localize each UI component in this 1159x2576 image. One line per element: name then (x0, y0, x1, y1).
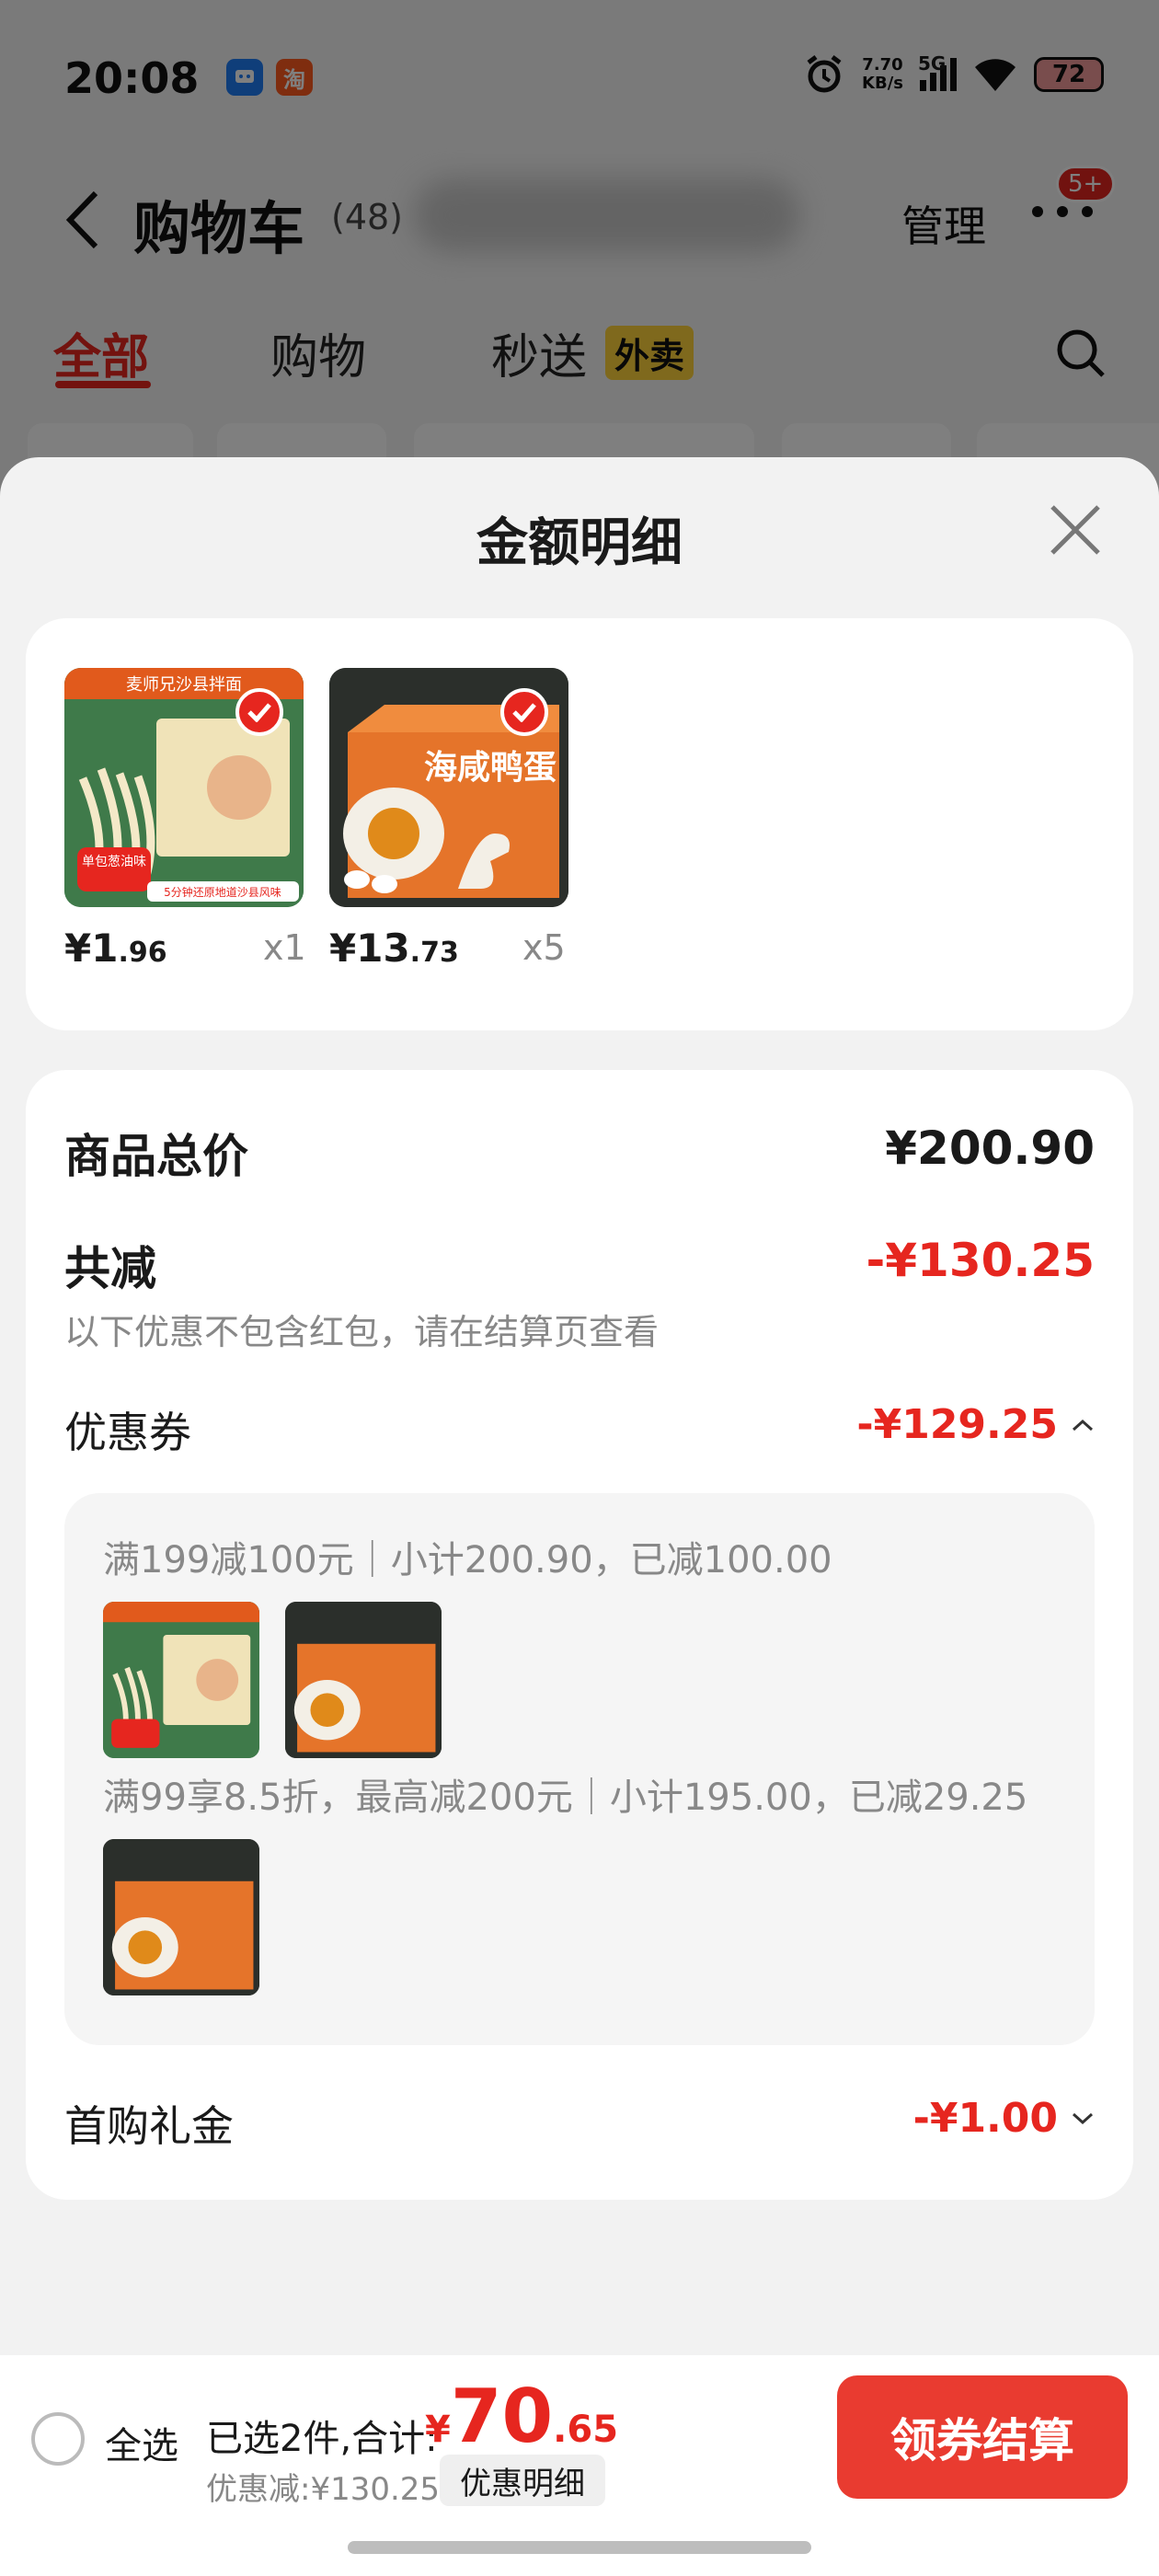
discount-summary: 优惠减:¥130.25 (206, 2471, 441, 2508)
first-purchase-gift-label: 首购礼金 (64, 2101, 234, 2151)
noodle-tag-text: 单包葱油味 (82, 855, 146, 869)
chevron-down-icon (1072, 2112, 1094, 2124)
coupon-detail-box: 满199减100元｜小计200.90，已减100.00 满99享8.5折，最高减… (64, 1493, 1095, 2045)
total-reduction-label: 共减 (64, 1242, 156, 1295)
checkout-button[interactable]: 领券结算 (837, 2375, 1128, 2499)
check-icon (500, 688, 548, 736)
total-amount: ¥70.65 (425, 2374, 619, 2459)
coupon-label: 优惠券 (64, 1408, 191, 1457)
noodle-banner-text: 麦师兄沙县拌面 (126, 675, 242, 695)
selection-summary: 已选2件,合计: (206, 2418, 438, 2460)
check-icon (235, 688, 283, 736)
egg-box-text: 海咸鸭蛋 (424, 749, 557, 787)
coupon-product-thumb-noodles (103, 1602, 259, 1758)
discount-detail-button[interactable]: 优惠明细 (440, 2455, 605, 2506)
close-icon[interactable] (1049, 503, 1102, 557)
coupon-product-thumb-eggs (103, 1839, 259, 1995)
gift-toggle[interactable]: -¥1.00 (913, 2095, 1095, 2142)
chevron-up-icon (1072, 1419, 1094, 1431)
total-price-label: 商品总价 (64, 1130, 248, 1183)
coupon-toggle[interactable]: -¥129.25 (856, 1401, 1095, 1448)
select-all-label[interactable]: 全选 (105, 2416, 178, 2469)
gift-value: -¥1.00 (912, 2095, 1058, 2142)
coupon-rule: 满99享8.5折，最高减200元｜小计195.00，已减29.25 (103, 1777, 1028, 1819)
product-price: ¥13.73 (329, 926, 459, 971)
product-price: ¥1.96 (64, 926, 167, 971)
coupon-rule: 满199减100元｜小计200.90，已减100.00 (103, 1539, 832, 1581)
product-quantity: x1 (263, 927, 306, 968)
home-indicator[interactable] (348, 2541, 811, 2554)
noodle-caption-text: 5分钟还原地道沙县风味 (164, 885, 281, 899)
selected-products-card: 麦师兄沙县拌面 单包葱油味 5分钟还原地道沙县风味 ¥1.96 x1 海咸鸭蛋 (26, 618, 1133, 1030)
price-summary-card: 商品总价 ¥200.90 共减 -¥130.25 以下优惠不包含红包，请在结算页… (26, 1070, 1133, 2200)
sheet-title: 金额明细 (476, 513, 683, 573)
total-price-value: ¥200.90 (885, 1121, 1095, 1175)
product-image-noodles[interactable]: 麦师兄沙县拌面 单包葱油味 5分钟还原地道沙县风味 (64, 668, 304, 907)
product-quantity: x5 (522, 927, 566, 968)
amount-detail-sheet: 金额明细 麦师兄沙县拌面 单包葱油味 5分钟还原地道沙县风味 ¥1.96 x1 (0, 457, 1159, 2576)
coupon-value: -¥129.25 (856, 1401, 1058, 1448)
discount-note: 以下优惠不包含红包，请在结算页查看 (64, 1312, 660, 1352)
total-reduction-value: -¥130.25 (866, 1234, 1096, 1287)
coupon-product-thumb-eggs (285, 1602, 442, 1758)
select-all-radio[interactable] (31, 2412, 85, 2466)
product-image-duck-eggs[interactable]: 海咸鸭蛋 (329, 668, 568, 907)
